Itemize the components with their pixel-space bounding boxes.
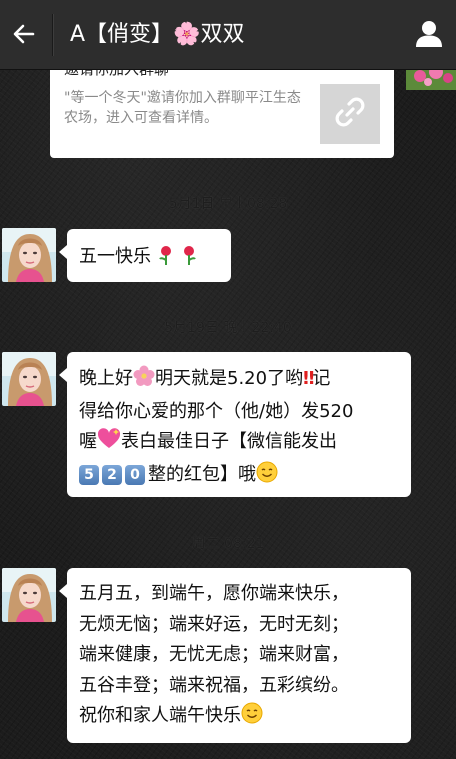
- keycap-digit: 5: [79, 465, 99, 485]
- message-line: 五谷丰登；端来祝福，五彩缤纷。: [79, 674, 349, 696]
- sender-avatar[interactable]: [2, 568, 56, 622]
- message-text: 五一快乐: [79, 242, 219, 270]
- rose-icon: [157, 245, 175, 270]
- title-bar: A【俏变】🌸双双: [0, 0, 456, 70]
- sender-avatar[interactable]: [2, 228, 56, 282]
- chat-title: A【俏变】🌸双双: [70, 22, 245, 47]
- keycap-digit: 0: [125, 465, 145, 485]
- message-line: 五月五，到端午，愿你端来快乐，: [79, 583, 349, 604]
- message-text-part: 五一快乐: [79, 246, 151, 267]
- link-icon: [333, 95, 367, 133]
- timestamp: 5月1日 早上08:28: [168, 196, 288, 212]
- person-icon: [414, 18, 444, 52]
- double-exclamation-icon: ‼: [303, 368, 314, 389]
- back-button[interactable]: [6, 18, 42, 54]
- sparkling-heart-icon: [97, 428, 121, 460]
- message-text-part: 明天就是5.20了哟: [155, 368, 304, 389]
- message-text-part: 祝你和家人端午快乐: [79, 705, 241, 726]
- message-line: 5 2 0 整的红包】哦: [79, 460, 399, 493]
- message-bubble[interactable]: 晚上好 明天就是5.20了哟‼记 得给你心爱的那个（他/她）发520 喔 表白最佳日…: [59, 352, 411, 497]
- smiling-face-icon: [256, 461, 278, 493]
- back-arrow-icon: [11, 21, 37, 51]
- sender-avatar[interactable]: [2, 352, 56, 406]
- chat-info-button[interactable]: [410, 16, 448, 54]
- rose-icon: [180, 245, 198, 270]
- timestamp: 周二 08:21: [191, 536, 265, 552]
- invite-thumbnail: [320, 84, 380, 144]
- cherry-blossom-icon: [133, 365, 155, 397]
- message-line: 得给你心爱的那个（他/她）发520: [79, 401, 354, 422]
- message-text-part: 整的红包】哦: [148, 464, 256, 485]
- title-divider: [52, 14, 54, 56]
- message-text-part: 晚上好: [79, 368, 133, 389]
- message-text-part: 喔: [79, 431, 97, 452]
- message-line: 喔 表白最佳日子【微信能发出: [79, 427, 399, 460]
- message-line: 无烦无恼；端来好运，无时无刻；: [79, 613, 349, 635]
- message-text-part: 表白最佳日子【微信能发出: [121, 431, 337, 452]
- message-bubble[interactable]: 五一快乐: [59, 229, 231, 282]
- message-text-part: 记: [312, 368, 331, 389]
- message-line: 祝你和家人端午快乐: [79, 701, 399, 735]
- keycap-digit: 2: [102, 465, 122, 485]
- invite-description: "等一个冬天"邀请你加入群聊平江生态农场，进入可查看详情。: [64, 90, 301, 126]
- message-bubble[interactable]: 五月五，到端午，愿你端来快乐， 无烦无恼；端来好运，无时无刻； 端来健康，无忧无…: [59, 568, 411, 743]
- timestamp: 5月19日 晚上22:40: [164, 320, 292, 336]
- message-line: 晚上好 明天就是5.20了哟‼记: [79, 364, 399, 397]
- smiling-face-icon: [241, 702, 263, 735]
- message-line: 端来健康，无忧无虑；端来财富，: [79, 644, 349, 665]
